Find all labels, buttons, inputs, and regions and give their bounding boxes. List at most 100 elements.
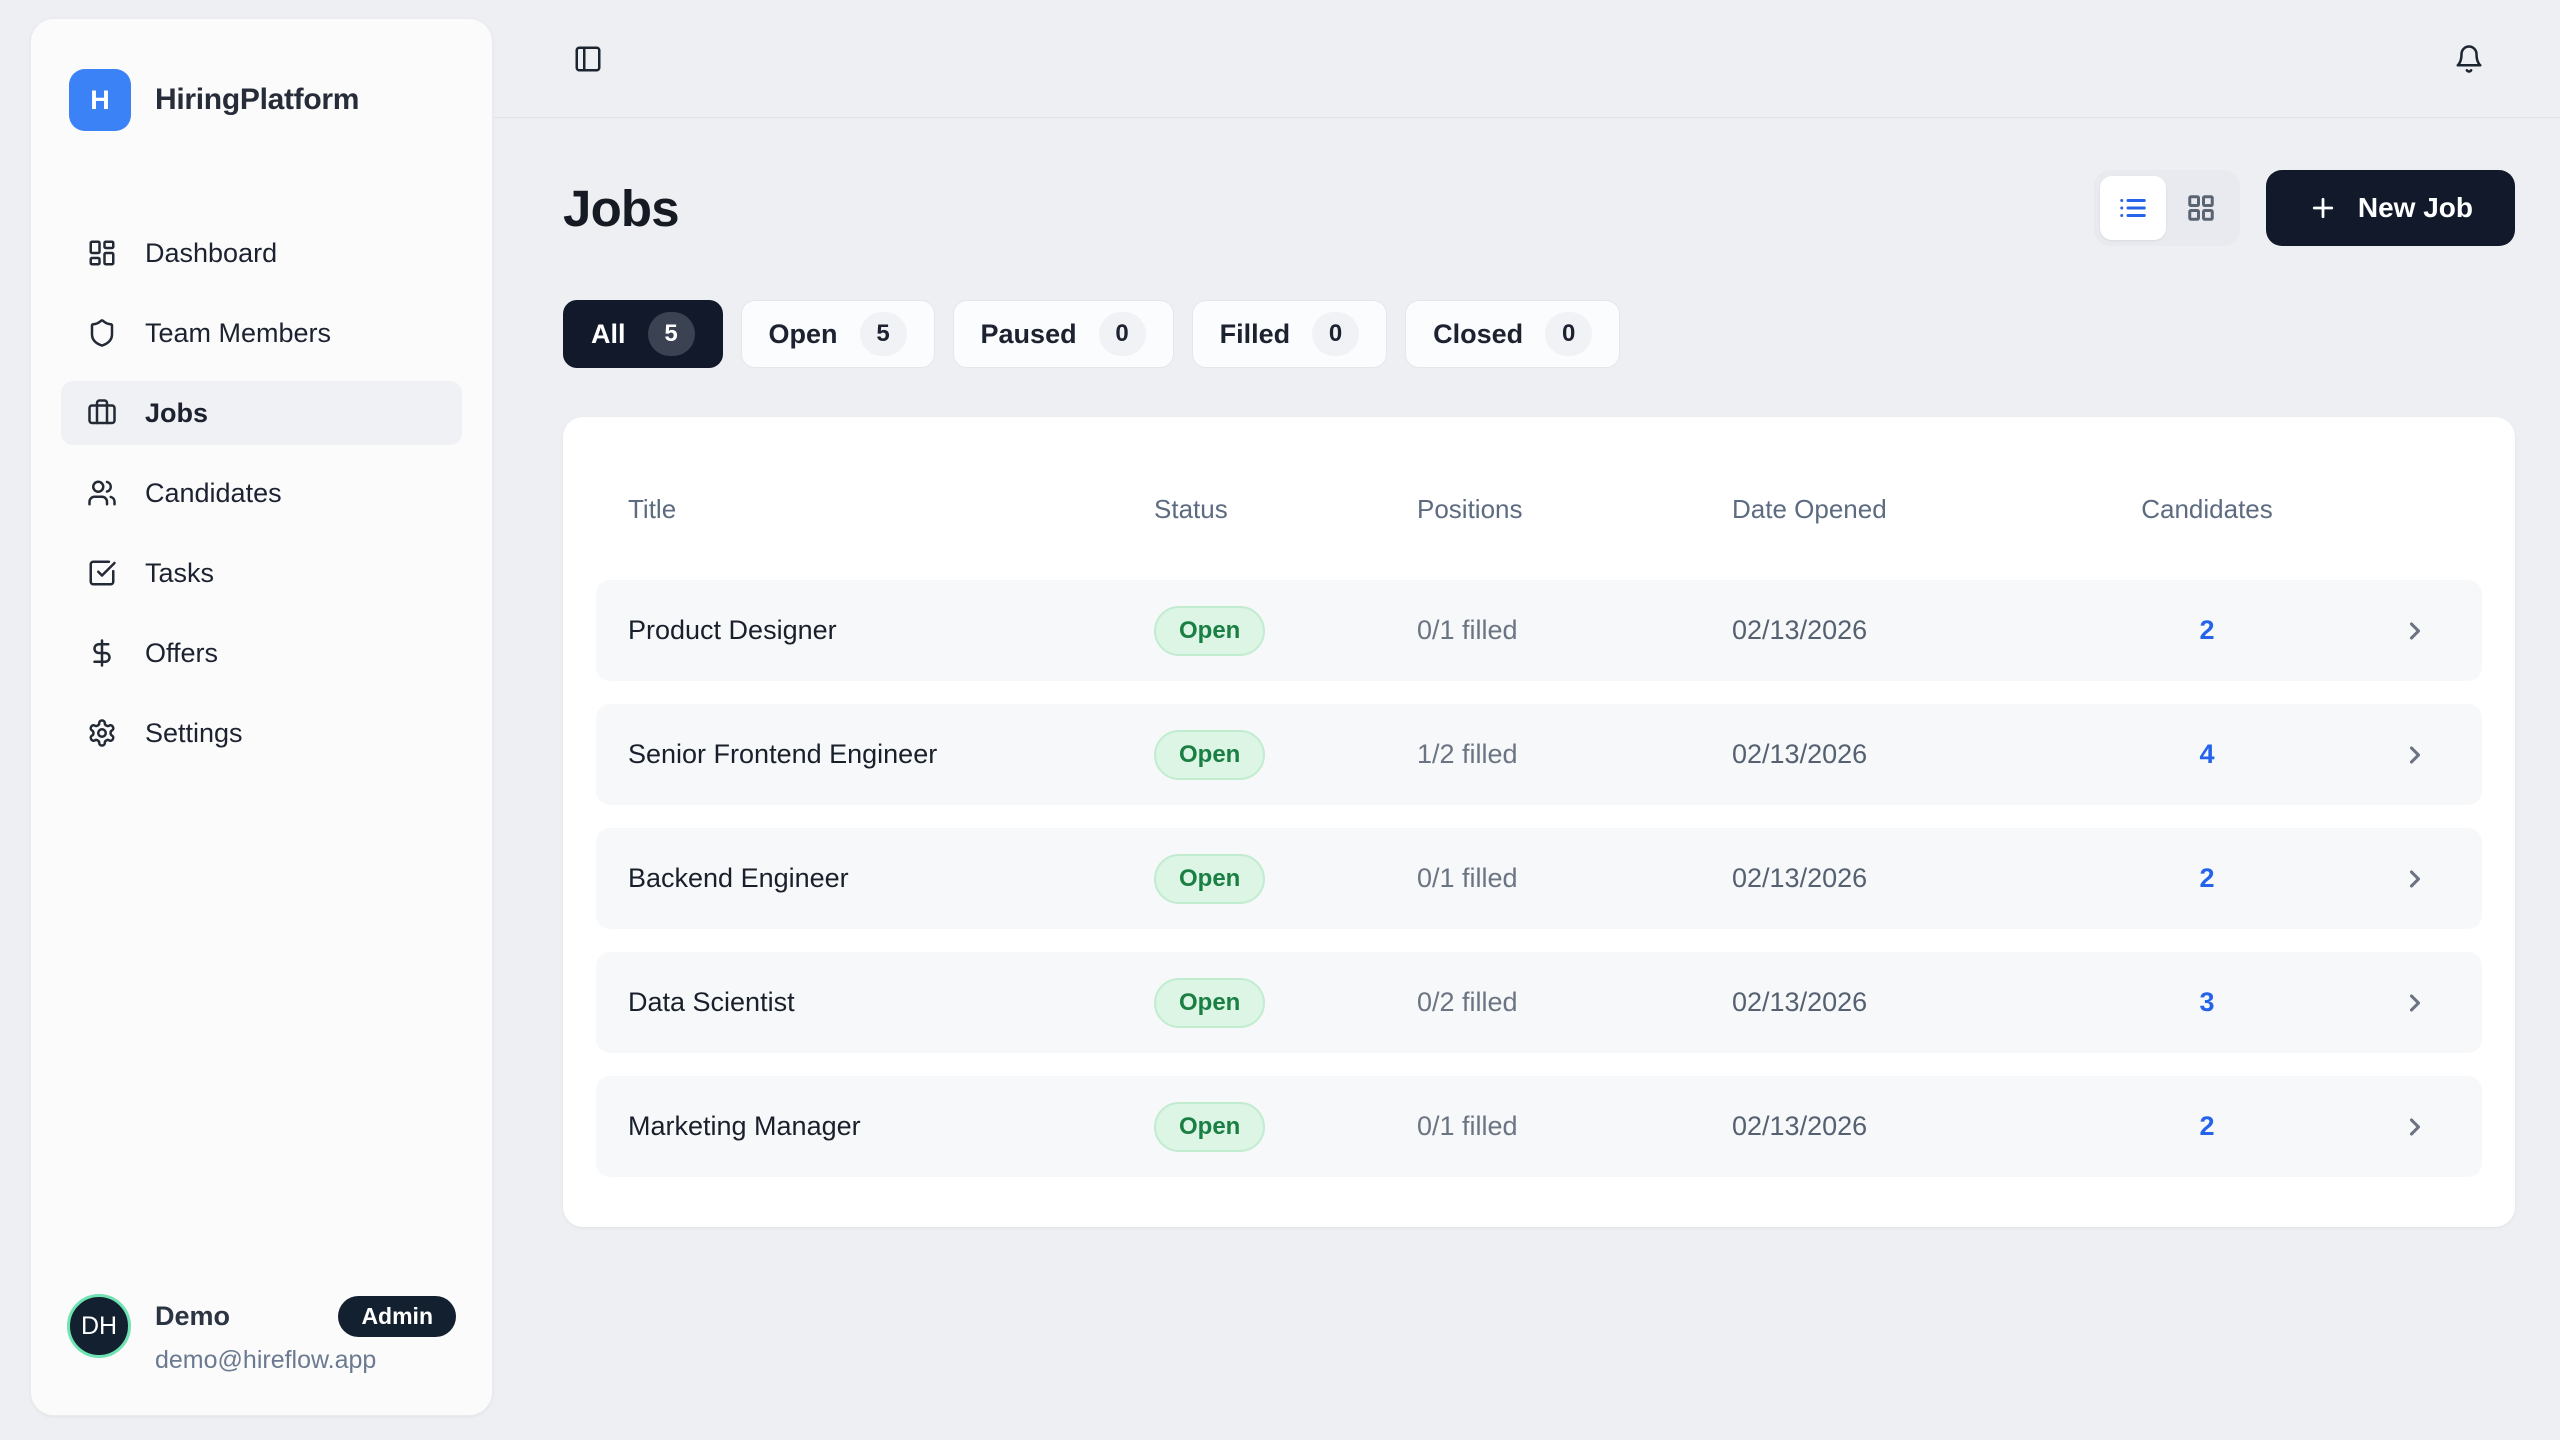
column-header-positions: Positions — [1417, 494, 1732, 525]
positions-filled: 0/2 filled — [1417, 987, 1732, 1018]
status-badge: Open — [1154, 1102, 1265, 1152]
date-opened: 02/13/2026 — [1732, 739, 2066, 770]
chevron-right-icon[interactable] — [2348, 1113, 2482, 1141]
grid-view-button[interactable] — [2168, 176, 2234, 240]
filter-tab-paused[interactable]: Paused 0 — [953, 300, 1174, 368]
gear-icon — [87, 718, 117, 748]
sidebar-item-dashboard[interactable]: Dashboard — [61, 221, 462, 285]
column-header-date-opened: Date Opened — [1732, 494, 2066, 525]
filter-count-badge: 0 — [1545, 312, 1592, 356]
status-badge: Open — [1154, 854, 1265, 904]
candidates-count[interactable]: 2 — [2066, 615, 2348, 646]
user-email: demo@hireflow.app — [155, 1346, 456, 1375]
table-row[interactable]: Data Scientist Open 0/2 filled 02/13/202… — [596, 952, 2482, 1053]
chevron-right-icon[interactable] — [2348, 865, 2482, 893]
filter-label: All — [591, 319, 626, 350]
table-header-row: Title Status Positions Date Opened Candi… — [596, 489, 2482, 529]
status-filter-tabs: All 5 Open 5 Paused 0 Filled 0 Closed 0 — [563, 300, 2515, 368]
candidates-count[interactable]: 3 — [2066, 987, 2348, 1018]
page-title: Jobs — [563, 179, 679, 238]
role-badge: Admin — [338, 1296, 456, 1337]
briefcase-icon — [87, 398, 117, 428]
sidebar-item-label: Candidates — [145, 478, 282, 509]
date-opened: 02/13/2026 — [1732, 615, 2066, 646]
table-row[interactable]: Backend Engineer Open 0/1 filled 02/13/2… — [596, 828, 2482, 929]
sidebar-item-team-members[interactable]: Team Members — [61, 301, 462, 365]
date-opened: 02/13/2026 — [1732, 987, 2066, 1018]
sidebar-item-label: Offers — [145, 638, 218, 669]
sidebar-item-candidates[interactable]: Candidates — [61, 461, 462, 525]
sidebar-item-label: Jobs — [145, 398, 208, 429]
job-title: Senior Frontend Engineer — [596, 739, 1154, 770]
job-title: Backend Engineer — [596, 863, 1154, 894]
column-header-status: Status — [1154, 494, 1417, 525]
grid-icon — [2186, 193, 2216, 223]
main-area: Jobs — [494, 0, 2560, 1440]
job-title: Data Scientist — [596, 987, 1154, 1018]
sidebar-toggle-button[interactable] — [573, 44, 603, 74]
filter-label: Open — [769, 319, 838, 350]
status-badge: Open — [1154, 730, 1265, 780]
candidates-count[interactable]: 2 — [2066, 863, 2348, 894]
status-badge: Open — [1154, 978, 1265, 1028]
table-row[interactable]: Senior Frontend Engineer Open 1/2 filled… — [596, 704, 2482, 805]
filter-count-badge: 5 — [860, 312, 907, 356]
date-opened: 02/13/2026 — [1732, 863, 2066, 894]
filter-tab-filled[interactable]: Filled 0 — [1192, 300, 1388, 368]
positions-filled: 0/1 filled — [1417, 615, 1732, 646]
sidebar-item-jobs[interactable]: Jobs — [61, 381, 462, 445]
filter-label: Filled — [1220, 319, 1291, 350]
chevron-right-icon[interactable] — [2348, 617, 2482, 645]
sidebar: H HiringPlatform Dashboard Team Members … — [30, 18, 493, 1416]
user-profile[interactable]: DH Demo Admin demo@hireflow.app — [61, 1294, 462, 1375]
avatar: DH — [67, 1294, 131, 1358]
app-title: HiringPlatform — [155, 83, 359, 117]
app-logo-icon: H — [69, 69, 131, 131]
app-logo: H HiringPlatform — [61, 59, 462, 131]
table-row[interactable]: Product Designer Open 0/1 filled 02/13/2… — [596, 580, 2482, 681]
table-row[interactable]: Marketing Manager Open 0/1 filled 02/13/… — [596, 1076, 2482, 1177]
view-toggle — [2094, 170, 2240, 246]
user-name: Demo — [155, 1301, 230, 1332]
date-opened: 02/13/2026 — [1732, 1111, 2066, 1142]
filter-tab-all[interactable]: All 5 — [563, 300, 723, 368]
filter-label: Closed — [1433, 319, 1523, 350]
sidebar-item-label: Team Members — [145, 318, 331, 349]
sidebar-item-label: Tasks — [145, 558, 214, 589]
sidebar-item-label: Dashboard — [145, 238, 277, 269]
column-header-candidates: Candidates — [2066, 494, 2348, 525]
sidebar-item-tasks[interactable]: Tasks — [61, 541, 462, 605]
jobs-table-card: Title Status Positions Date Opened Candi… — [563, 417, 2515, 1227]
positions-filled: 0/1 filled — [1417, 863, 1732, 894]
sidebar-item-settings[interactable]: Settings — [61, 701, 462, 765]
chevron-right-icon[interactable] — [2348, 989, 2482, 1017]
filter-count-badge: 0 — [1312, 312, 1359, 356]
notifications-button[interactable] — [2454, 44, 2484, 74]
positions-filled: 0/1 filled — [1417, 1111, 1732, 1142]
status-badge: Open — [1154, 606, 1265, 656]
positions-filled: 1/2 filled — [1417, 739, 1732, 770]
filter-tab-open[interactable]: Open 5 — [741, 300, 935, 368]
filter-count-badge: 0 — [1099, 312, 1146, 356]
dashboard-icon — [87, 238, 117, 268]
job-title: Product Designer — [596, 615, 1154, 646]
new-job-button[interactable]: New Job — [2266, 170, 2515, 246]
column-header-title: Title — [596, 494, 1154, 525]
list-icon — [2118, 193, 2148, 223]
chevron-right-icon[interactable] — [2348, 741, 2482, 769]
topbar — [494, 0, 2560, 118]
candidates-count[interactable]: 2 — [2066, 1111, 2348, 1142]
list-view-button[interactable] — [2100, 176, 2166, 240]
candidates-count[interactable]: 4 — [2066, 739, 2348, 770]
filter-tab-closed[interactable]: Closed 0 — [1405, 300, 1620, 368]
sidebar-nav: Dashboard Team Members Jobs Candidates T… — [61, 221, 462, 781]
sidebar-item-offers[interactable]: Offers — [61, 621, 462, 685]
filter-count-badge: 5 — [648, 312, 695, 356]
job-title: Marketing Manager — [596, 1111, 1154, 1142]
shield-icon — [87, 318, 117, 348]
check-square-icon — [87, 558, 117, 588]
sidebar-item-label: Settings — [145, 718, 243, 749]
filter-label: Paused — [981, 319, 1077, 350]
dollar-icon — [87, 638, 117, 668]
panel-left-icon — [573, 44, 603, 74]
